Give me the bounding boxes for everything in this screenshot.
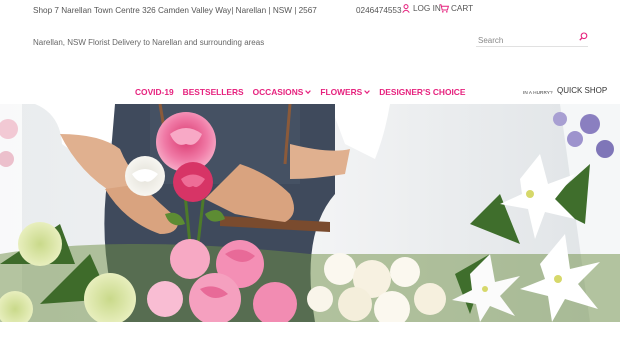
top-bar: Shop 7 Narellan Town Centre 326 Camden V… (0, 0, 620, 20)
quick-shop-hint: IN A HURRY? (523, 90, 553, 95)
nav-item-label: BESTSELLERS (182, 87, 244, 97)
search-input[interactable] (476, 33, 574, 48)
login-link[interactable]: LOG IN (402, 4, 441, 13)
cart-label: CART (451, 4, 474, 13)
nav-item-flowers[interactable]: FLOWERS (320, 87, 371, 97)
nav-item-designers-choice[interactable]: DESIGNER'S CHOICE (379, 87, 465, 97)
tagline: Narellan, NSW Florist Delivery to Narell… (33, 38, 265, 47)
main-nav: COVID-19 BESTSELLERS OCCASIONS FLOWERS D… (135, 87, 465, 97)
login-label: LOG IN (413, 4, 441, 13)
nav-item-covid-19[interactable]: COVID-19 (135, 87, 174, 97)
cart-link[interactable]: CART (439, 4, 473, 13)
nav-item-label: COVID-19 (135, 87, 174, 97)
store-address: Shop 7 Narellan Town Centre 326 Camden V… (33, 6, 317, 15)
quick-shop-button[interactable]: QUICK SHOP (557, 86, 607, 95)
nav-item-label: OCCASIONS (252, 87, 304, 97)
nav-item-label: DESIGNER'S CHOICE (379, 87, 466, 97)
hero-image (0, 104, 620, 322)
phone-number[interactable]: 0246474553 (356, 6, 402, 15)
content-area (0, 322, 620, 343)
search-icon[interactable] (579, 32, 588, 41)
chevron-down-icon (305, 90, 312, 94)
search-box (476, 30, 588, 48)
nav-item-label: FLOWERS (320, 87, 363, 97)
nav-item-occasions[interactable]: OCCASIONS (253, 87, 312, 97)
hero-banner (0, 104, 620, 322)
person-icon (402, 4, 410, 13)
cart-icon (439, 4, 449, 13)
chevron-down-icon (364, 90, 371, 94)
nav-item-bestsellers[interactable]: BESTSELLERS (183, 87, 244, 97)
